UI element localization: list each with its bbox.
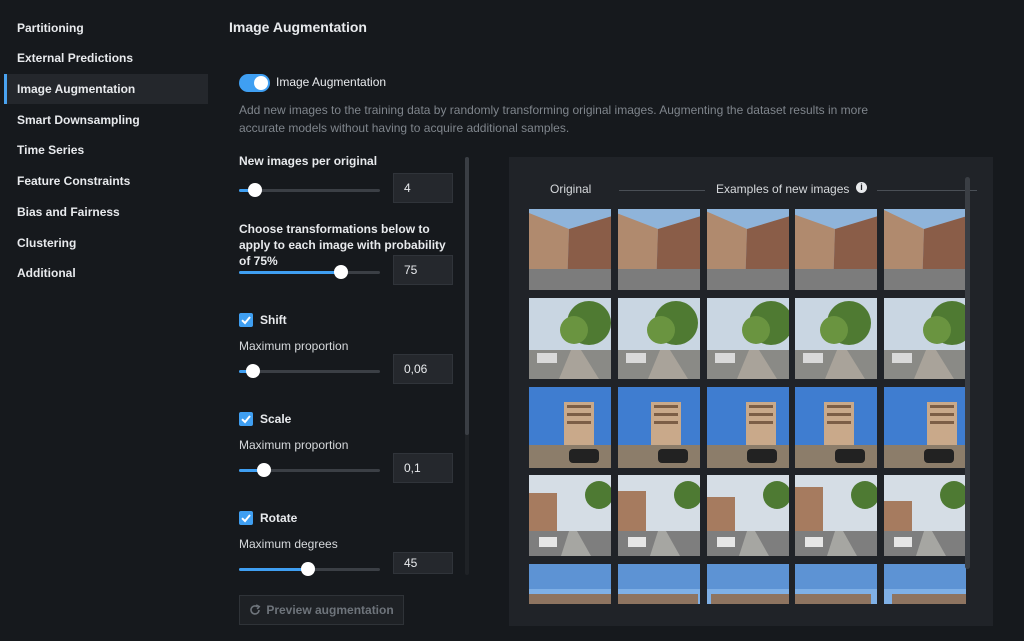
check-icon: [241, 415, 251, 424]
original-image-thumbnail: [529, 298, 611, 379]
shift-slider[interactable]: [239, 363, 380, 379]
slider-track: [239, 370, 380, 373]
augmented-image-thumbnail: [884, 564, 966, 604]
augmented-image-thumbnail: [707, 298, 789, 379]
description: Add new images to the training data by r…: [239, 103, 869, 135]
new-images-slider[interactable]: [239, 182, 380, 198]
augmented-image-thumbnail: [618, 387, 700, 468]
info-icon[interactable]: i: [856, 182, 867, 193]
preview-augmentation-label: Preview augmentation: [266, 603, 394, 617]
sidebar-item-additional[interactable]: Additional: [4, 258, 208, 288]
rotate-slider[interactable]: [239, 561, 380, 577]
augmented-image-thumbnail: [795, 209, 877, 290]
check-icon: [241, 514, 251, 523]
probability-input[interactable]: [393, 255, 453, 285]
slider-thumb[interactable]: [257, 463, 272, 477]
augmented-image-thumbnail: [795, 387, 877, 468]
augmented-image-thumbnail: [884, 209, 966, 290]
slider-fill: [239, 271, 341, 274]
sidebar-item-clustering[interactable]: Clustering: [4, 228, 208, 258]
augmented-image-thumbnail: [618, 475, 700, 556]
slider-fill: [239, 568, 309, 571]
augmented-image-thumbnail: [884, 387, 966, 468]
examples-header: Examples of new images i: [619, 182, 989, 198]
rotate-label: Rotate: [260, 511, 298, 525]
new-images-label: New images per original: [239, 154, 378, 168]
slider-thumb[interactable]: [301, 562, 316, 576]
sidebar-item-partitioning[interactable]: Partitioning: [4, 13, 208, 43]
original-column-header: Original: [550, 182, 592, 196]
scale-input[interactable]: [393, 453, 453, 483]
augmented-image-thumbnail: [795, 298, 877, 379]
header-line: [877, 190, 977, 191]
augmented-image-thumbnail: [884, 475, 966, 556]
slider-thumb[interactable]: [246, 364, 261, 378]
shift-sub-label: Maximum proportion: [239, 339, 349, 353]
header-line: [619, 190, 705, 191]
sidebar-item-feature-constraints[interactable]: Feature Constraints: [4, 166, 208, 196]
augmented-image-thumbnail: [795, 475, 877, 556]
sidebar-item-bias-and-fairness[interactable]: Bias and Fairness: [4, 197, 208, 227]
examples-column-header: Examples of new images: [716, 182, 850, 196]
sidebar-item-time-series[interactable]: Time Series: [4, 135, 208, 165]
augmented-image-thumbnail: [707, 564, 789, 604]
check-icon: [241, 316, 251, 325]
scale-slider[interactable]: [239, 462, 380, 478]
preview-panel: Original Examples of new images i: [509, 157, 993, 626]
refresh-icon: [250, 604, 261, 615]
original-image-thumbnail: [529, 564, 611, 604]
slider-thumb[interactable]: [333, 265, 348, 279]
toggle-label: Image Augmentation: [276, 75, 387, 89]
settings-scrollbar[interactable]: [465, 157, 469, 575]
sidebar-item-smart-downsampling[interactable]: Smart Downsampling: [4, 105, 208, 135]
scale-label: Scale: [260, 412, 292, 426]
sidebar-item-external-predictions[interactable]: External Predictions: [4, 43, 208, 73]
toggle-knob: [254, 76, 268, 90]
rotate-sub-label: Maximum degrees: [239, 537, 338, 551]
augmented-image-thumbnail: [707, 387, 789, 468]
sidebar: Partitioning External Predictions Image …: [0, 0, 214, 641]
image-augmentation-toggle[interactable]: [239, 74, 270, 92]
slider-thumb[interactable]: [247, 183, 262, 197]
original-image-thumbnail: [529, 387, 611, 468]
shift-checkbox[interactable]: [239, 313, 253, 327]
new-images-input[interactable]: [393, 173, 453, 203]
probability-slider[interactable]: [239, 264, 380, 280]
original-image-thumbnail: [529, 209, 611, 290]
augmented-image-thumbnail: [707, 209, 789, 290]
augmented-image-thumbnail: [618, 298, 700, 379]
augmented-image-thumbnail: [618, 209, 700, 290]
augmented-image-thumbnail: [707, 475, 789, 556]
original-image-thumbnail: [529, 475, 611, 556]
rotate-checkbox[interactable]: [239, 511, 253, 525]
preview-augmentation-button[interactable]: Preview augmentation: [239, 595, 404, 625]
augmented-image-thumbnail: [795, 564, 877, 604]
page-title: Image Augmentation: [229, 19, 367, 35]
preview-scrollbar[interactable]: [965, 177, 970, 569]
shift-label: Shift: [260, 313, 287, 327]
augmented-image-thumbnail: [884, 298, 966, 379]
sidebar-item-image-augmentation[interactable]: Image Augmentation: [4, 74, 208, 104]
scrollbar-thumb[interactable]: [465, 157, 469, 435]
scale-sub-label: Maximum proportion: [239, 438, 349, 452]
scale-checkbox[interactable]: [239, 412, 253, 426]
augmented-image-thumbnail: [618, 564, 700, 604]
rotate-input[interactable]: [393, 552, 453, 574]
shift-input[interactable]: [393, 354, 453, 384]
